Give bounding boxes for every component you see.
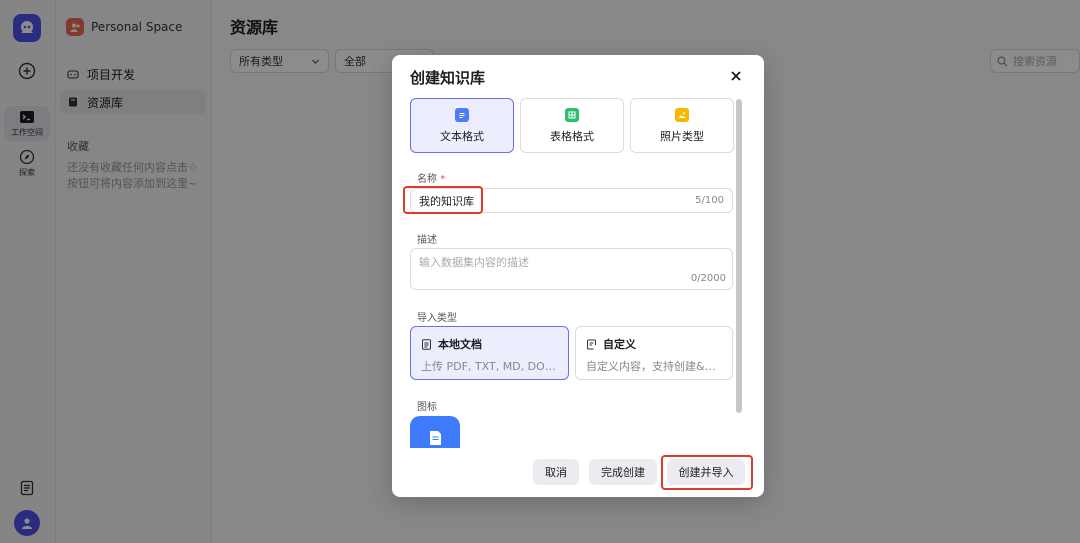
import-option-title: 本地文档	[438, 338, 482, 351]
edit-doc-icon	[587, 339, 596, 349]
text-doc-icon	[455, 107, 469, 122]
import-type-label: 导入类型	[417, 313, 457, 324]
knowledge-base-icon[interactable]	[410, 416, 460, 448]
format-option-label: 表格格式	[550, 129, 594, 143]
format-option-label: 照片类型	[660, 129, 704, 143]
description-counter: 0/2000	[690, 273, 726, 284]
import-option-local[interactable]: 本地文档 上传 PDF, TXT, MD, DOC...	[410, 326, 569, 380]
name-label: 名称 *	[417, 174, 446, 185]
highlight-name-field	[403, 186, 483, 214]
table-icon	[565, 107, 579, 122]
close-icon[interactable]	[729, 69, 743, 83]
dialog-scrollbar[interactable]	[736, 99, 742, 413]
name-counter: 5/100	[695, 195, 724, 206]
import-option-title: 自定义	[603, 338, 636, 351]
format-option-photo[interactable]: 照片类型	[630, 98, 734, 153]
file-icon	[422, 338, 431, 350]
import-option-desc: 上传 PDF, TXT, MD, DOC...	[421, 360, 558, 373]
finish-create-button[interactable]: 完成创建	[589, 459, 657, 485]
document-icon	[429, 431, 441, 445]
icon-label: 图标	[417, 402, 437, 413]
import-option-desc: 自定义内容，支持创建&编辑	[586, 360, 722, 373]
image-icon	[675, 107, 689, 122]
create-knowledge-base-dialog: 创建知识库 文本格式 表格格式 照片类型 名称 * 我的知识库 5/100 描述…	[392, 55, 764, 497]
cancel-button[interactable]: 取消	[533, 459, 579, 485]
format-option-table[interactable]: 表格格式	[520, 98, 624, 153]
dialog-title: 创建知识库	[410, 69, 486, 87]
description-field[interactable]: 输入数据集内容的描述 0/2000	[410, 248, 733, 290]
format-option-label: 文本格式	[440, 129, 484, 143]
import-option-custom[interactable]: 自定义 自定义内容，支持创建&编辑	[575, 326, 733, 380]
format-option-text[interactable]: 文本格式	[410, 98, 514, 153]
description-placeholder: 输入数据集内容的描述	[419, 256, 529, 269]
highlight-create-import	[661, 455, 753, 490]
description-label: 描述	[417, 235, 437, 246]
